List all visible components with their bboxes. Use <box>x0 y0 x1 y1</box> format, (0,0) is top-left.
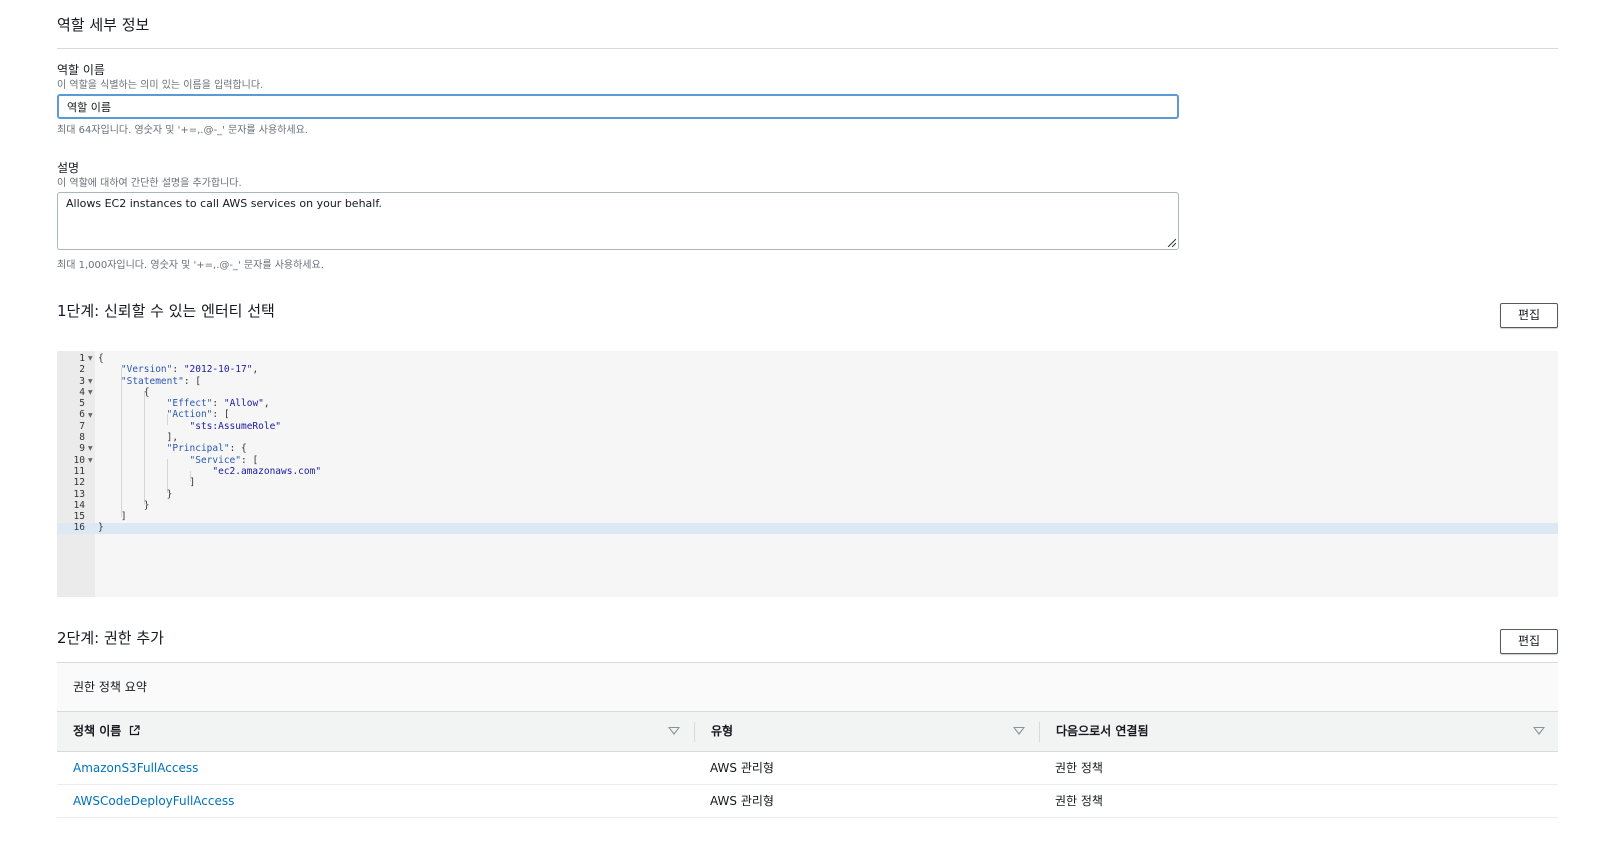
sort-caret-icon[interactable] <box>1533 727 1545 735</box>
table-header-row: 정책 이름 유형 다음으로서 연결됨 <box>57 712 1558 752</box>
line-number: 4 <box>79 386 85 398</box>
line-number: 3 <box>79 375 85 387</box>
step2-edit-button[interactable]: 편집 <box>1500 629 1558 654</box>
column-separator <box>1039 722 1040 742</box>
code-line: "Principal": { <box>166 443 247 455</box>
code-line: "ec2.amazonaws.com" <box>212 465 322 477</box>
role-details-title: 역할 세부 정보 <box>57 16 150 34</box>
policy-type: AWS 관리형 <box>710 794 774 808</box>
step2-title: 2단계: 권한 추가 <box>57 629 164 647</box>
line-number: 8 <box>79 432 85 444</box>
column-header-policy-name[interactable]: 정책 이름 <box>73 712 140 752</box>
fold-marker-icon[interactable]: ▼ <box>88 410 93 421</box>
column-header-attached-as[interactable]: 다음으로서 연결됨 <box>1056 712 1149 752</box>
section-divider <box>57 48 1558 49</box>
code-line: { <box>98 386 150 398</box>
sort-caret-icon[interactable] <box>668 727 680 735</box>
code-line: ] <box>98 477 196 489</box>
fold-marker-icon[interactable]: ▼ <box>88 353 93 364</box>
trust-policy-editor[interactable]: 1 2 3 4 5 6 7 8 9 10 11 12 13 14 15 16 ▼ ▼ ▼ ▼ ▼ ▼ { "V… <box>57 351 1558 597</box>
role-name-hint: 최대 64자입니다. 영숫자 및 '+=,.@-_' 문자를 사용하세요. <box>57 125 308 136</box>
code-line: "Action": [ <box>166 409 230 421</box>
policy-link[interactable]: AWSCodeDeployFullAccess <box>73 785 234 817</box>
column-separator <box>694 722 695 742</box>
line-number: 1 <box>79 353 85 364</box>
step1-title: 1단계: 신뢰할 수 있는 엔터티 선택 <box>57 302 275 320</box>
table-row: AmazonS3FullAccess AWS 관리형 권한 정책 <box>57 752 1558 785</box>
column-header-type[interactable]: 유형 <box>711 712 733 752</box>
line-number: 16 <box>73 522 85 534</box>
role-name-description: 이 역할을 식별하는 의미 있는 이름을 입력합니다. <box>57 80 264 91</box>
fold-marker-icon[interactable]: ▼ <box>88 387 93 398</box>
step1-edit-button[interactable]: 편집 <box>1500 303 1558 328</box>
fold-marker-icon[interactable]: ▼ <box>88 443 93 454</box>
policy-link[interactable]: AmazonS3FullAccess <box>73 752 198 784</box>
table-row: AWSCodeDeployFullAccess AWS 관리형 권한 정책 <box>57 785 1558 818</box>
code-line: ] <box>98 511 127 523</box>
external-link-icon <box>129 725 140 736</box>
line-number: 2 <box>79 364 85 376</box>
code-line: "Version": "2012-10-17", <box>120 364 259 376</box>
role-name-input[interactable] <box>57 94 1179 119</box>
role-desc-textarea[interactable]: Allows EC2 instances to call AWS service… <box>57 192 1179 250</box>
line-number: 12 <box>73 477 85 489</box>
line-number: 9 <box>79 443 85 455</box>
policy-attached-as: 권한 정책 <box>1055 761 1103 775</box>
line-number: 15 <box>73 511 85 523</box>
role-desc-text: Allows EC2 instances to call AWS service… <box>66 197 382 210</box>
code-line: } <box>98 499 150 511</box>
sort-caret-icon[interactable] <box>1013 727 1025 735</box>
policy-type: AWS 관리형 <box>710 761 774 775</box>
line-number: 7 <box>79 420 85 432</box>
code-line: } <box>98 522 104 534</box>
code-line: "Statement": [ <box>120 375 201 387</box>
role-desc-hint: 최대 1,000자입니다. 영숫자 및 '+=,.@-_' 문자를 사용하세요. <box>57 260 324 271</box>
fold-marker-icon[interactable]: ▼ <box>88 376 93 387</box>
line-number: 13 <box>73 488 85 500</box>
line-number: 11 <box>73 465 85 477</box>
line-number: 10 <box>73 454 85 466</box>
code-content[interactable]: { "Version": "2012-10-17", "Statement": … <box>98 353 321 534</box>
column-header-label: 정책 이름 <box>73 724 122 738</box>
fold-marker-icon[interactable]: ▼ <box>88 455 93 466</box>
line-number: 6 <box>79 409 85 421</box>
code-line: "Effect": "Allow", <box>166 398 270 410</box>
code-line: { <box>98 353 104 364</box>
line-number: 5 <box>79 398 85 410</box>
line-numbers: 1 2 3 4 5 6 7 8 9 10 11 12 13 14 15 16 <box>57 353 85 534</box>
code-line: ], <box>98 432 179 444</box>
line-number: 14 <box>73 499 85 511</box>
resize-handle-icon[interactable] <box>1166 237 1176 247</box>
code-line: "sts:AssumeRole" <box>189 420 282 432</box>
code-line: "Service": [ <box>189 454 259 466</box>
policy-attached-as: 권한 정책 <box>1055 794 1103 808</box>
role-desc-description: 이 역할에 대하여 간단한 설명을 추가합니다. <box>57 178 242 189</box>
code-line: } <box>98 488 173 500</box>
permissions-summary-title: 권한 정책 요약 <box>57 662 1558 712</box>
